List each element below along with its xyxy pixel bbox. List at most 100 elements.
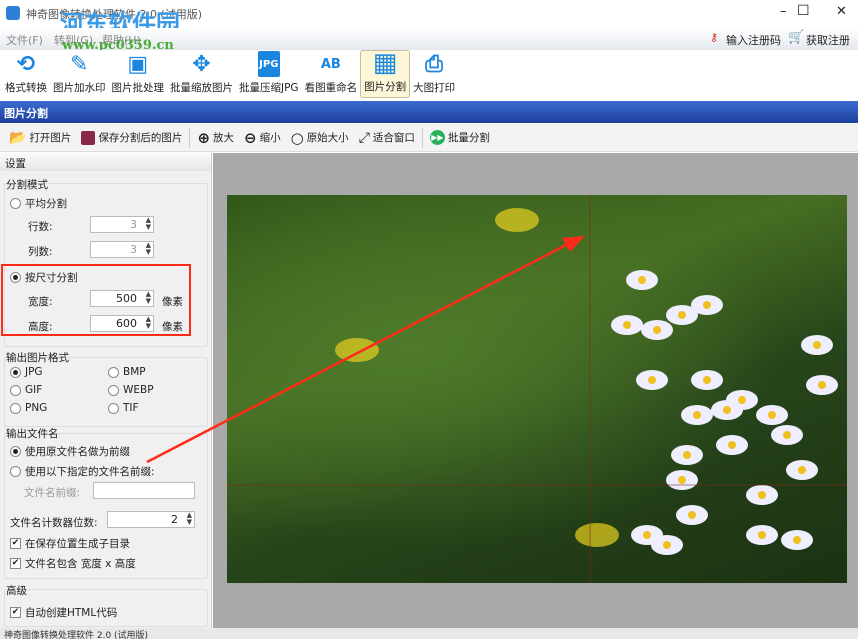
checkbox[interactable]: ✔: [10, 558, 21, 569]
checkbox-html[interactable]: ✔ 自动创建HTML代码: [10, 605, 117, 620]
radio[interactable]: [10, 198, 21, 209]
cols-spinner[interactable]: 3 ▲ ▼: [90, 241, 154, 258]
label: 平均分割: [25, 198, 67, 210]
radio[interactable]: [10, 402, 21, 414]
label: 使用以下指定的文件名前缀:: [25, 466, 155, 478]
app-icon: [6, 6, 20, 20]
label: TIF: [123, 402, 139, 414]
spin-arrows[interactable]: ▲ ▼: [187, 512, 192, 526]
minimize-button[interactable]: –: [780, 4, 787, 19]
prefix-label: 文件名前缀:: [24, 487, 81, 499]
yellow-flower: [575, 523, 619, 547]
radio-webp[interactable]: WEBP: [108, 384, 154, 396]
radio[interactable]: [108, 402, 119, 414]
radio-use-custom[interactable]: 使用以下指定的文件名前缀:: [10, 464, 155, 479]
group-label: 分割模式: [6, 179, 48, 191]
menu-file[interactable]: 文件(F): [6, 32, 43, 48]
label: 在保存位置生成子目录: [25, 538, 130, 550]
label: 按尺寸分割: [25, 272, 78, 284]
daisy-photo: [227, 195, 847, 583]
tool-rename[interactable]: AB 看图重命名: [302, 50, 361, 98]
batch-split-button[interactable]: ▶▶ 批量分割: [425, 130, 495, 145]
radio-tif[interactable]: TIF: [108, 402, 139, 414]
radio[interactable]: [10, 366, 21, 378]
tool-resize[interactable]: ✥ 批量缩放图片: [167, 50, 236, 98]
daisy-center: [678, 476, 686, 484]
save-split-button[interactable]: 保存分割后的图片: [76, 130, 187, 145]
radio-gif[interactable]: GIF: [10, 384, 42, 396]
spin-arrows[interactable]: ▲ ▼: [146, 316, 151, 330]
daisy-center: [663, 541, 671, 549]
label: BMP: [123, 366, 146, 378]
daisy-center: [648, 376, 656, 384]
checkbox[interactable]: ✔: [10, 538, 21, 549]
daisy-center: [758, 491, 766, 499]
radio-png[interactable]: PNG: [10, 402, 47, 414]
jpg-file-icon: JPG: [257, 51, 280, 77]
checkbox-subdir[interactable]: ✔ 在保存位置生成子目录: [10, 536, 130, 551]
settings-panel: 设置 分割模式 平均分割 行数: 3 ▲ ▼ 列数: 3 ▲ ▼ 按尺寸分割 宽度: 5…: [0, 153, 212, 629]
tool-label: 格式转换: [5, 82, 47, 94]
prefix-input[interactable]: [93, 482, 195, 499]
original-size-button[interactable]: ○ 原始大小: [286, 129, 354, 147]
value: 600: [116, 317, 137, 330]
zoom-out-icon: ⊖: [244, 128, 257, 147]
tool-watermark[interactable]: ✎ 图片加水印: [50, 50, 109, 98]
width-label: 宽度:: [28, 296, 53, 308]
radio[interactable]: [10, 272, 21, 283]
radio[interactable]: [108, 366, 119, 378]
maximize-button[interactable]: ☐: [797, 3, 810, 19]
section-header: 图片分割: [0, 101, 858, 123]
fit-icon: ⤢: [358, 129, 370, 146]
unit-label: 像素: [162, 296, 183, 308]
tool-print[interactable]: ⎙ 大图打印: [410, 50, 458, 98]
radio-bmp[interactable]: BMP: [108, 366, 146, 378]
zoom-in-button[interactable]: ⊕ 放大: [192, 129, 239, 147]
folder-icon: 📂: [9, 129, 27, 146]
daisy-center: [693, 411, 701, 419]
enter-code-button[interactable]: 输入注册码: [726, 32, 781, 48]
radio-jpg[interactable]: JPG: [10, 366, 43, 378]
zoom-out-button[interactable]: ⊖ 缩小: [239, 129, 286, 147]
open-image-button[interactable]: 📂 打开图片: [4, 130, 76, 146]
label: PNG: [25, 402, 48, 414]
label: 保存分割后的图片: [98, 132, 183, 144]
radio-by-size[interactable]: 按尺寸分割: [10, 270, 78, 285]
radio[interactable]: [10, 466, 21, 477]
close-button[interactable]: ✕: [836, 4, 847, 19]
height-spinner[interactable]: 600 ▲ ▼: [90, 315, 154, 332]
radio[interactable]: [108, 384, 119, 396]
group-label: 高级: [6, 585, 27, 597]
daisy-center: [638, 276, 646, 284]
daisy-center: [723, 406, 731, 414]
tool-compress-jpg[interactable]: JPG 批量压缩JPG: [236, 50, 302, 98]
tool-batch[interactable]: ▣ 图片批处理: [109, 50, 168, 98]
radio-use-original[interactable]: 使用原文件名做为前缀: [10, 444, 130, 459]
radio[interactable]: [10, 446, 21, 457]
tool-format-convert[interactable]: ⟲ 格式转换: [2, 50, 50, 98]
checkbox-include-size[interactable]: ✔ 文件名包含 宽度 x 高度: [10, 556, 136, 571]
tool-label: 看图重命名: [304, 82, 358, 94]
label: JPG: [25, 366, 43, 378]
tool-split[interactable]: ▦ 图片分割: [360, 48, 411, 98]
width-spinner[interactable]: 500 ▲ ▼: [90, 290, 154, 307]
counter-spinner[interactable]: 2 ▲ ▼: [107, 511, 195, 528]
daisy-center: [623, 321, 631, 329]
preview-image: [227, 195, 847, 583]
fit-window-button[interactable]: ⤢ 适合窗口: [354, 130, 420, 146]
value: 3: [130, 218, 137, 231]
spin-arrows[interactable]: ▲ ▼: [146, 217, 151, 231]
image-icon: ▣: [127, 51, 149, 77]
label: 适合窗口: [372, 132, 415, 144]
label: 自动创建HTML代码: [25, 607, 118, 619]
brush-icon: ✎: [70, 51, 89, 77]
radio[interactable]: [10, 384, 21, 396]
unit-label: 像素: [162, 321, 183, 333]
spin-arrows[interactable]: ▲ ▼: [146, 291, 151, 305]
checkbox[interactable]: ✔: [10, 607, 21, 618]
forward-icon: ▶▶: [429, 130, 445, 145]
rows-spinner[interactable]: 3 ▲ ▼: [90, 216, 154, 233]
spin-arrows[interactable]: ▲ ▼: [146, 242, 151, 256]
radio-even-split[interactable]: 平均分割: [10, 196, 67, 211]
daisy-center: [683, 451, 691, 459]
